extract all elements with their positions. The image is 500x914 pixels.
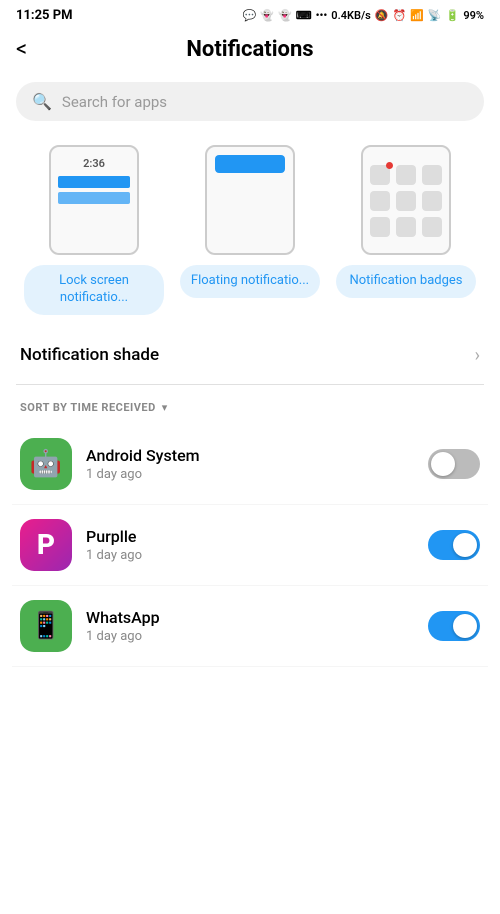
back-button[interactable]: < [16,37,27,62]
whatsapp-info: WhatsApp 1 day ago [86,608,428,644]
lock-screen-card[interactable]: 2:36 Lock screen notificatio... [24,145,164,315]
whatsapp-name: WhatsApp [86,608,428,627]
badges-card[interactable]: Notification badges [336,145,476,315]
floating-notif-card[interactable]: Floating notificatio... [180,145,320,315]
search-bar[interactable]: 🔍 Search for apps [16,82,484,121]
badges-illustration [361,145,451,255]
alarm-icon: ⏰ [393,9,407,22]
whatsapp-status-icon: 💬 [243,9,257,22]
search-container: 🔍 Search for apps [0,76,500,137]
whatsapp-toggle[interactable] [428,611,480,641]
snapchat-icon: 👻 [260,9,274,22]
page-title: Notifications [186,37,313,62]
sort-label: SORT BY TIME RECEIVED [20,401,156,414]
badges-label: Notification badges [336,265,476,298]
android-system-icon: 🤖 [20,438,72,490]
status-icons: 💬 👻 👻 ⌨ ••• 0.4KB/s 🔕 ⏰ 📶 📡 🔋 99% [243,9,484,22]
floating-label: Floating notificatio... [180,265,320,298]
chevron-right-icon: › [475,345,480,366]
purplle-icon: P [20,519,72,571]
android-system-name: Android System [86,446,428,465]
app-item-android-system[interactable]: 🤖 Android System 1 day ago [12,424,488,505]
android-system-info: Android System 1 day ago [86,446,428,482]
toggle-thumb [431,452,455,476]
battery-icon: 🔋 [446,9,460,22]
notification-shade-label: Notification shade [20,345,159,365]
android-face-icon: 🤖 [30,449,62,479]
search-icon: 🔍 [32,92,52,111]
mute-icon: 🔕 [375,9,389,22]
snapchat2-icon: 👻 [278,9,292,22]
purplle-name: Purplle [86,527,428,546]
whatsapp-logo-icon: 📱 [30,611,62,641]
notification-shade-row[interactable]: Notification shade › [0,327,500,384]
lock-screen-label: Lock screen notificatio... [24,265,164,315]
sort-dropdown-icon: ▾ [162,401,168,414]
dots-icon: ••• [316,9,328,22]
floating-illustration [205,145,295,255]
toggle-thumb [453,533,477,557]
whatsapp-icon: 📱 [20,600,72,652]
purplle-letter: P [37,528,55,561]
app-item-whatsapp[interactable]: 📱 WhatsApp 1 day ago [12,586,488,667]
lock-screen-illustration: 2:36 [49,145,139,255]
status-bar: 11:25 PM 💬 👻 👻 ⌨ ••• 0.4KB/s 🔕 ⏰ 📶 📡 🔋 9… [0,0,500,27]
app-list: 🤖 Android System 1 day ago P Purplle 1 d… [0,424,500,667]
search-input[interactable]: Search for apps [62,93,167,111]
purplle-info: Purplle 1 day ago [86,527,428,563]
page-header: < Notifications [0,27,500,76]
whatsapp-time: 1 day ago [86,629,428,644]
purplle-time: 1 day ago [86,548,428,563]
status-time: 11:25 PM [16,8,73,23]
app-item-purplle[interactable]: P Purplle 1 day ago [12,505,488,586]
android-system-toggle[interactable] [428,449,480,479]
android-system-time: 1 day ago [86,467,428,482]
signal-icon: 📶 [410,9,424,22]
keyboard-icon: ⌨ [296,9,312,22]
toggle-thumb [453,614,477,638]
purplle-toggle[interactable] [428,530,480,560]
sort-header[interactable]: SORT BY TIME RECEIVED ▾ [0,385,500,424]
notif-type-cards: 2:36 Lock screen notificatio... Floating… [0,137,500,327]
network-speed: 0.4KB/s [331,9,371,22]
wifi-icon: 📡 [428,9,442,22]
battery-percent: 99% [463,9,484,22]
